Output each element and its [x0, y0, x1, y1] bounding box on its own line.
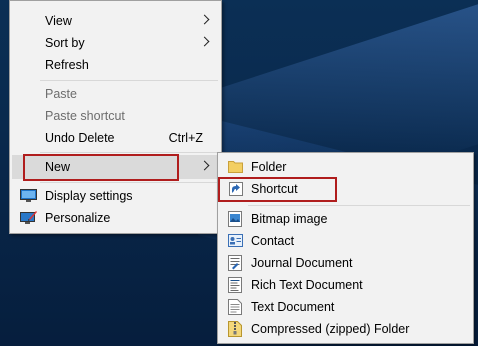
submenu-item-folder[interactable]: Folder — [218, 156, 473, 178]
chevron-right-icon — [199, 160, 210, 171]
folder-icon — [228, 161, 243, 173]
submenu-item-bitmap-image[interactable]: Bitmap image — [218, 208, 473, 230]
desktop-context-menu: View Sort by Refresh Paste Paste shortcu… — [9, 0, 222, 234]
monitor-icon — [20, 189, 37, 202]
submenu-item-label: Contact — [251, 234, 295, 248]
submenu-item-label: Compressed (zipped) Folder — [251, 322, 410, 336]
submenu-item-label: Folder — [251, 160, 287, 174]
menu-separator — [40, 152, 218, 153]
menu-item-refresh[interactable]: Refresh — [10, 54, 221, 76]
rich-text-document-icon — [228, 277, 242, 293]
submenu-item-contact[interactable]: Contact — [218, 230, 473, 252]
menu-item-label: View — [45, 14, 72, 28]
menu-separator — [40, 80, 218, 81]
menu-item-label: Paste shortcut — [45, 109, 125, 123]
journal-document-icon — [228, 255, 242, 271]
menu-item-label: Personalize — [45, 211, 111, 225]
menu-item-shortcut-key: Ctrl+Z — [168, 131, 203, 145]
new-item-highlight-box — [23, 154, 179, 181]
menu-separator — [40, 182, 218, 183]
shortcut-item-highlight-box — [218, 177, 337, 202]
submenu-item-journal-document[interactable]: Journal Document — [218, 252, 473, 274]
menu-item-sort-by[interactable]: Sort by — [10, 32, 221, 54]
menu-item-undo-delete[interactable]: Undo Delete Ctrl+Z — [10, 127, 221, 149]
submenu-item-label: Text Document — [251, 300, 335, 314]
menu-item-view[interactable]: View — [10, 10, 221, 32]
menu-item-label: Display settings — [45, 189, 133, 203]
zip-folder-icon — [228, 321, 242, 337]
menu-item-display-settings[interactable]: Display settings — [10, 185, 221, 207]
submenu-item-text-document[interactable]: Text Document — [218, 296, 473, 318]
chevron-right-icon — [199, 36, 210, 47]
menu-item-label: Undo Delete — [45, 131, 115, 145]
personalize-icon — [20, 211, 37, 224]
menu-item-paste: Paste — [10, 83, 221, 105]
submenu-item-label: Journal Document — [251, 256, 353, 270]
submenu-separator — [248, 205, 470, 206]
submenu-item-rich-text-document[interactable]: Rich Text Document — [218, 274, 473, 296]
menu-item-label: Paste — [45, 87, 77, 101]
submenu-item-label: Bitmap image — [251, 212, 328, 226]
menu-item-paste-shortcut: Paste shortcut — [10, 105, 221, 127]
chevron-right-icon — [199, 14, 210, 25]
submenu-item-compressed-folder[interactable]: Compressed (zipped) Folder — [218, 318, 473, 340]
menu-item-label: Sort by — [45, 36, 85, 50]
submenu-item-label: Rich Text Document — [251, 278, 363, 292]
contact-card-icon — [228, 234, 243, 247]
new-submenu: Folder Shortcut Bitmap image Contact Jou… — [217, 152, 474, 344]
bitmap-image-icon — [228, 211, 242, 227]
text-document-icon — [228, 299, 242, 315]
menu-item-label: Refresh — [45, 58, 89, 72]
menu-item-personalize[interactable]: Personalize — [10, 207, 221, 229]
